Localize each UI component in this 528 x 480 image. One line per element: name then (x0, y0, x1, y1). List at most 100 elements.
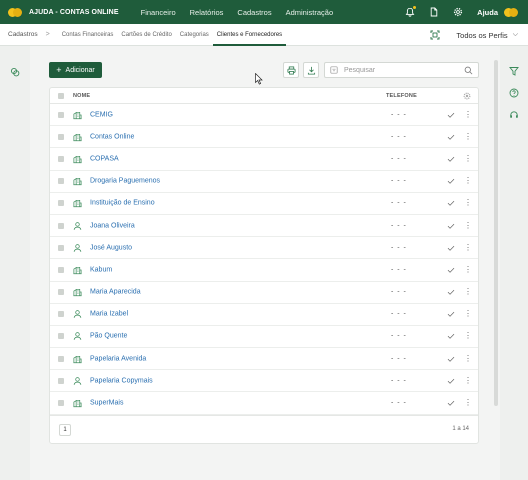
table-row[interactable]: Instituição de Ensino - - - ⋮ (50, 193, 478, 215)
download-button[interactable] (303, 62, 319, 78)
profile-select[interactable]: Todos os Perfis ⌵ (456, 31, 518, 40)
checkmark-icon[interactable] (447, 399, 455, 407)
checkmark-icon[interactable] (447, 155, 455, 163)
help-circle-icon[interactable] (508, 87, 520, 99)
table-row[interactable]: COPASA - - - ⋮ (50, 148, 478, 171)
row-menu-icon[interactable]: ⋮ (464, 288, 472, 296)
row-menu-icon[interactable]: ⋮ (464, 265, 472, 274)
row-checkbox[interactable] (58, 333, 64, 340)
table-row[interactable]: Kabum - - - ⋮ (50, 259, 478, 282)
contact-name-link[interactable]: Kabum (90, 266, 112, 273)
add-button[interactable]: + Adicionar (49, 62, 102, 78)
table-row[interactable]: Joana Oliveira - - - ⋮ (50, 215, 478, 238)
row-checkbox[interactable] (58, 400, 64, 407)
page-button[interactable]: 1 (59, 424, 71, 436)
row-menu-icon[interactable]: ⋮ (464, 221, 472, 230)
contact-name-link[interactable]: Contas Online (90, 133, 134, 140)
contact-name-link[interactable]: Joana Oliveira (90, 222, 135, 229)
contact-name-link[interactable]: Papelaria Copymais (90, 377, 153, 384)
filter-icon[interactable] (508, 65, 520, 77)
nav-item-administracao[interactable]: Administração (286, 8, 334, 17)
nav-item-cadastros[interactable]: Cadastros (237, 8, 271, 17)
document-icon[interactable] (427, 5, 441, 19)
tab-clientes-e-fornecedores[interactable]: Clientes e Fornecedores (212, 24, 287, 46)
row-menu-icon[interactable]: ⋮ (464, 132, 472, 141)
checkmark-icon[interactable] (447, 310, 455, 318)
header-name[interactable]: NOME (73, 93, 90, 99)
table-row[interactable]: Maria Izabel - - - ⋮ (50, 304, 478, 326)
row-checkbox[interactable] (58, 178, 64, 185)
row-checkbox[interactable] (58, 289, 64, 296)
row-menu-icon[interactable]: ⋮ (464, 310, 472, 318)
row-checkbox[interactable] (58, 266, 64, 273)
row-checkbox[interactable] (58, 200, 64, 207)
header-phone[interactable]: TELEFONE (386, 93, 417, 99)
nav-item-financeiro[interactable]: Financeiro (141, 8, 176, 17)
contact-name-link[interactable]: SuperMais (90, 400, 123, 407)
row-checkbox[interactable] (58, 111, 64, 118)
table-row[interactable]: Papelaria Copymais - - - ⋮ (50, 370, 478, 393)
row-checkbox[interactable] (58, 355, 64, 362)
tab-cartoes-de-credito[interactable]: Cartões de Crédito (117, 24, 175, 46)
checkmark-icon[interactable] (447, 199, 455, 207)
table-row[interactable]: José Augusto - - - ⋮ (50, 237, 478, 260)
row-menu-icon[interactable]: ⋮ (464, 354, 472, 363)
currency-exchange-icon[interactable] (9, 66, 21, 78)
help-label[interactable]: Ajuda (477, 8, 498, 17)
row-menu-icon[interactable]: ⋮ (464, 154, 472, 163)
checkmark-icon[interactable] (447, 133, 455, 141)
row-menu-icon[interactable]: ⋮ (464, 110, 472, 119)
contact-name-link[interactable]: COPASA (90, 155, 119, 162)
checkmark-icon[interactable] (447, 288, 455, 296)
row-checkbox[interactable] (58, 377, 64, 384)
tab-categorias[interactable]: Categorias (176, 24, 213, 46)
breadcrumb-root[interactable]: Cadastros (8, 31, 38, 38)
checkmark-icon[interactable] (447, 222, 455, 230)
print-button[interactable] (283, 62, 299, 78)
app-logo-icon[interactable] (8, 7, 22, 17)
contact-name-link[interactable]: Instituição de Ensino (90, 200, 155, 207)
search-icon[interactable] (464, 66, 473, 75)
row-checkbox[interactable] (58, 311, 64, 318)
scan-frame-icon[interactable] (428, 28, 442, 42)
help-logo-icon[interactable] (504, 7, 518, 17)
contact-name-link[interactable]: Drogaria Paguemenos (90, 178, 160, 185)
checkmark-icon[interactable] (447, 111, 455, 119)
select-all-checkbox[interactable] (58, 93, 64, 99)
row-menu-icon[interactable]: ⋮ (464, 332, 472, 340)
search-input[interactable] (344, 66, 454, 74)
search-box[interactable] (324, 62, 479, 78)
row-menu-icon[interactable]: ⋮ (464, 399, 472, 407)
checkmark-icon[interactable] (447, 377, 455, 385)
checkmark-icon[interactable] (447, 244, 455, 252)
table-row[interactable]: SuperMais - - - ⋮ (50, 392, 478, 415)
notifications-bell-icon[interactable] (403, 5, 417, 19)
checkmark-icon[interactable] (447, 266, 455, 274)
table-row[interactable]: Pão Quente - - - ⋮ (50, 326, 478, 349)
table-row[interactable]: Papelaria Avenida - - - ⋮ (50, 348, 478, 371)
contact-name-link[interactable]: Maria Aparecida (90, 289, 141, 296)
row-menu-icon[interactable]: ⋮ (464, 243, 472, 252)
table-row[interactable]: CEMIG - - - ⋮ (50, 104, 478, 127)
checkmark-icon[interactable] (447, 355, 455, 363)
checkmark-icon[interactable] (447, 177, 455, 185)
tab-contas-financeiras[interactable]: Contas Financeiras (58, 24, 118, 46)
row-checkbox[interactable] (58, 222, 64, 229)
row-checkbox[interactable] (58, 155, 64, 162)
row-menu-icon[interactable]: ⋮ (464, 177, 472, 185)
contact-name-link[interactable]: José Augusto (90, 244, 132, 251)
row-checkbox[interactable] (58, 244, 64, 251)
row-checkbox[interactable] (58, 133, 64, 140)
table-row[interactable]: Maria Aparecida - - - ⋮ (50, 282, 478, 304)
support-headset-icon[interactable] (508, 109, 520, 121)
search-filter-icon[interactable] (330, 66, 338, 74)
contact-name-link[interactable]: Pão Quente (90, 333, 127, 340)
row-menu-icon[interactable]: ⋮ (464, 199, 472, 207)
table-row[interactable]: Contas Online - - - ⋮ (50, 126, 478, 149)
contact-name-link[interactable]: CEMIG (90, 111, 113, 118)
contact-name-link[interactable]: Papelaria Avenida (90, 355, 146, 362)
column-settings-icon[interactable] (463, 92, 471, 100)
table-row[interactable]: Drogaria Paguemenos - - - ⋮ (50, 171, 478, 193)
settings-gear-icon[interactable] (451, 5, 465, 19)
contact-name-link[interactable]: Maria Izabel (90, 311, 128, 318)
